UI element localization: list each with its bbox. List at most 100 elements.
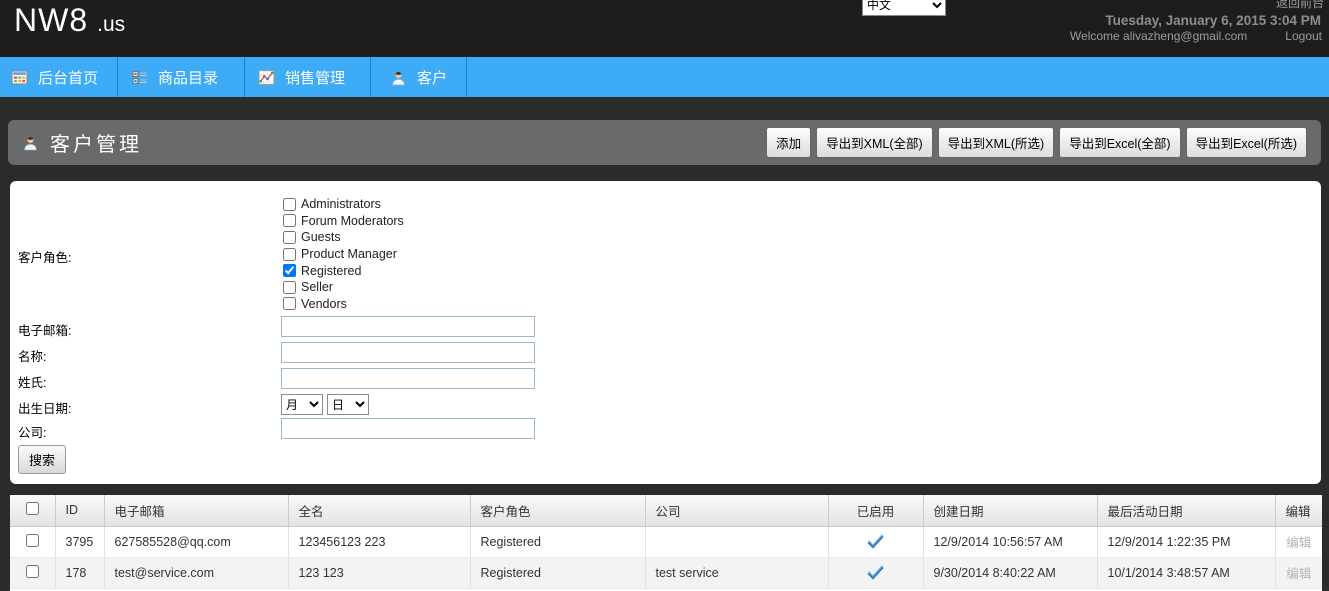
cell-id: 3795 <box>55 526 104 557</box>
cell-full-name: 123456123 223 <box>288 526 470 557</box>
export-excel-selected-button[interactable]: 导出到Excel(所选) <box>1186 127 1307 158</box>
nav-item-label: 客户 <box>417 67 447 88</box>
col-header-id: ID <box>55 495 104 526</box>
role-checkbox[interactable] <box>283 248 296 261</box>
export-excel-all-button[interactable]: 导出到Excel(全部) <box>1059 127 1180 158</box>
table-row: 178 test@service.com 123 123 Registered … <box>10 557 1322 588</box>
cell-role: Registered <box>470 557 645 588</box>
company-input[interactable] <box>281 418 535 439</box>
role-checkbox[interactable] <box>283 264 296 277</box>
role-option-guests[interactable]: Guests <box>283 229 404 246</box>
role-option-vendors[interactable]: Vendors <box>283 296 404 313</box>
col-header-role: 客户角色 <box>470 495 645 526</box>
role-option-forum-moderators[interactable]: Forum Moderators <box>283 213 404 230</box>
dob-month-select[interactable]: 月 <box>281 394 323 415</box>
nav-item-catalog[interactable]: 商品目录 <box>118 57 245 97</box>
role-label: Administrators <box>301 197 381 211</box>
cell-company: test service <box>645 557 828 588</box>
active-check-icon <box>866 565 885 580</box>
logout-link[interactable]: Logout <box>1285 29 1322 43</box>
customer-manage-icon <box>22 134 39 151</box>
language-select[interactable]: 中文 <box>862 0 946 16</box>
cell-role: Registered <box>470 526 645 557</box>
dob-label: 出生日期: <box>18 398 71 417</box>
sales-icon <box>258 69 275 86</box>
col-header-edit: 编辑 <box>1275 495 1322 526</box>
last-name-label: 姓氏: <box>18 372 46 391</box>
cell-id: 178 <box>55 557 104 588</box>
row-checkbox[interactable] <box>26 534 39 547</box>
customer-roles-label: 客户角色: <box>18 247 71 266</box>
nav-item-customers[interactable]: 客户 <box>371 57 467 97</box>
col-header-created: 创建日期 <box>923 495 1097 526</box>
dob-day-select[interactable]: 日 <box>327 394 369 415</box>
cell-email: test@service.com <box>104 557 288 588</box>
cell-email: 627585528@qq.com <box>104 526 288 557</box>
role-label: Vendors <box>301 297 347 311</box>
export-xml-all-button[interactable]: 导出到XML(全部) <box>816 127 933 158</box>
col-header-full-name: 全名 <box>288 495 470 526</box>
nav-item-sales[interactable]: 销售管理 <box>245 57 371 97</box>
page-header-bar: 客户管理 添加 导出到XML(全部) 导出到XML(所选) 导出到Excel(全… <box>8 120 1321 165</box>
edit-link[interactable]: 编辑 <box>1286 536 1311 550</box>
role-checkbox[interactable] <box>283 214 296 227</box>
role-label: Guests <box>301 230 341 244</box>
company-label: 公司: <box>18 422 46 441</box>
welcome-text: Welcome alivazheng@gmail.com <box>1070 29 1247 43</box>
nav-item-label: 销售管理 <box>285 67 345 88</box>
role-option-administrators[interactable]: Administrators <box>283 196 404 213</box>
role-checkbox[interactable] <box>283 231 296 244</box>
role-label: Registered <box>301 264 361 278</box>
cell-last-activity: 10/1/2014 3:48:57 AM <box>1097 557 1275 588</box>
site-logo[interactable]: NW8 .us <box>14 2 125 39</box>
edit-link[interactable]: 编辑 <box>1286 567 1311 581</box>
customer-roles-list: Administrators Forum Moderators Guests P… <box>283 196 404 312</box>
role-checkbox[interactable] <box>283 281 296 294</box>
cell-full-name: 123 123 <box>288 557 470 588</box>
col-header-email: 电子邮箱 <box>104 495 288 526</box>
cell-created: 9/30/2014 8:40:22 AM <box>923 557 1097 588</box>
col-header-company: 公司 <box>645 495 828 526</box>
toolbar: 添加 导出到XML(全部) 导出到XML(所选) 导出到Excel(全部) 导出… <box>766 127 1307 158</box>
catalog-icon <box>131 69 148 86</box>
logo-text: NW8 <box>14 2 88 39</box>
main-nav: 后台首页 商品目录 销售管理 <box>0 57 1329 97</box>
cell-company <box>645 526 828 557</box>
table-row: 3795 627585528@qq.com 123456123 223 Regi… <box>10 526 1322 557</box>
customers-table: ID 电子邮箱 全名 客户角色 公司 已启用 创建日期 最后活动日期 编辑 37… <box>10 495 1322 591</box>
role-option-product-manager[interactable]: Product Manager <box>283 246 404 263</box>
page-title: 客户管理 <box>22 128 142 157</box>
role-option-registered[interactable]: Registered <box>283 262 404 279</box>
email-input[interactable] <box>281 316 535 337</box>
col-header-active: 已启用 <box>828 495 923 526</box>
last-name-input[interactable] <box>281 368 535 389</box>
table-header-row: ID 电子邮箱 全名 客户角色 公司 已启用 创建日期 最后活动日期 编辑 <box>10 495 1322 526</box>
nav-item-dashboard[interactable]: 后台首页 <box>0 57 118 97</box>
nav-item-label: 商品目录 <box>158 67 218 88</box>
cell-last-activity: 12/9/2014 1:22:35 PM <box>1097 526 1275 557</box>
page-title-text: 客户管理 <box>50 128 142 157</box>
col-header-last-activity: 最后活动日期 <box>1097 495 1275 526</box>
logo-suffix: .us <box>97 13 125 37</box>
customers-icon <box>390 69 407 86</box>
search-button[interactable]: 搜索 <box>18 445 66 474</box>
top-header: NW8 .us 中文 返回前台 Tuesday, January 6, 2015… <box>0 0 1329 57</box>
search-panel: 客户角色: Administrators Forum Moderators Gu… <box>10 181 1321 484</box>
row-checkbox[interactable] <box>26 565 39 578</box>
cell-created: 12/9/2014 10:56:57 AM <box>923 526 1097 557</box>
role-label: Forum Moderators <box>301 214 404 228</box>
first-name-label: 名称: <box>18 346 46 365</box>
role-checkbox[interactable] <box>283 297 296 310</box>
nav-item-label: 后台首页 <box>38 67 98 88</box>
role-option-seller[interactable]: Seller <box>283 279 404 296</box>
back-to-storefront-link[interactable]: 返回前台 <box>1276 0 1324 11</box>
first-name-input[interactable] <box>281 342 535 363</box>
role-label: Seller <box>301 280 333 294</box>
email-label: 电子邮箱: <box>18 320 71 339</box>
select-all-checkbox[interactable] <box>26 502 39 515</box>
export-xml-selected-button[interactable]: 导出到XML(所选) <box>938 127 1055 158</box>
role-label: Product Manager <box>301 247 397 261</box>
role-checkbox[interactable] <box>283 198 296 211</box>
add-button[interactable]: 添加 <box>766 127 811 158</box>
dashboard-icon <box>11 69 28 86</box>
